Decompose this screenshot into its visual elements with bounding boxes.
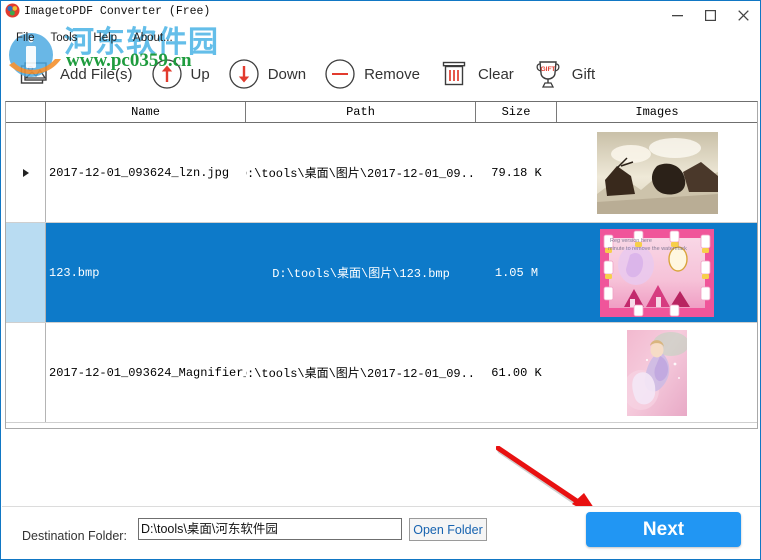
row-name: 2017-12-01_093624_lzn.jpg [49, 165, 230, 180]
grid-header-size[interactable]: Size [476, 102, 557, 122]
window-controls [661, 1, 760, 29]
svg-text:minute to remove the watermark: minute to remove the watermark [608, 246, 687, 252]
move-down-label: Down [267, 65, 307, 83]
destination-folder-label: Destination Folder: [22, 529, 127, 543]
menu-bar: File Tools Help About... [1, 29, 760, 47]
destination-folder-input[interactable]: D:\tools\桌面\河东软件园 [138, 518, 402, 540]
file-grid: Name Path Size Images 2017-12-01_093624_… [5, 101, 758, 429]
table-row[interactable]: 123.bmp D:\tools\桌面\图片\123.bmp 1.05 M Re… [6, 223, 757, 323]
trash-icon [437, 57, 471, 91]
move-up-label: Up [190, 65, 210, 83]
remove-label: Remove [364, 65, 420, 83]
grid-header-name[interactable]: Name [46, 102, 246, 122]
pink-angel-thumbnail [627, 329, 687, 416]
maximize-button[interactable] [694, 1, 727, 29]
row-indicator [6, 323, 46, 422]
row-name: 2017-12-01_093624_Magnifier_1.jpg [49, 365, 246, 380]
gift-trophy-icon: GIFT [531, 57, 565, 91]
clear-label: Clear [477, 65, 514, 83]
minus-circle-icon [323, 57, 357, 91]
add-files-button[interactable]: Add File(s) [15, 54, 146, 94]
row-thumbnail-cell: Reg version here minute to remove the wa… [557, 223, 757, 322]
arrow-up-circle-icon [150, 57, 184, 91]
gift-label: Gift [571, 65, 596, 83]
open-folder-button[interactable]: Open Folder [409, 518, 487, 541]
application-window: ImagetoPDF Converter (Free) File Tools H… [0, 0, 761, 560]
gift-button[interactable]: GIFT Gift [527, 54, 608, 94]
close-button[interactable] [727, 1, 760, 29]
window-title: ImagetoPDF Converter (Free) [24, 4, 211, 18]
menu-item-tools[interactable]: Tools [44, 31, 87, 45]
menu-item-about[interactable]: About... [126, 31, 182, 45]
move-up-button[interactable]: Up [146, 54, 223, 94]
svg-text:Reg version here: Reg version here [610, 238, 652, 244]
title-bar-left: ImagetoPDF Converter (Free) [1, 1, 210, 18]
row-path: D:\tools\桌面\图片\2017-12-01_09... [246, 367, 476, 381]
grid-header-path[interactable]: Path [246, 102, 476, 122]
table-row[interactable]: 2017-12-01_093624_lzn.jpg D:\tools\桌面\图片… [6, 123, 757, 223]
pink-frame-thumbnail: Reg version here minute to remove the wa… [600, 228, 714, 317]
add-files-label: Add File(s) [60, 65, 133, 83]
row-pointer-icon [22, 168, 29, 177]
table-row[interactable]: 2017-12-01_093624_Magnifier_1.jpg D:\too… [6, 323, 757, 423]
arrow-down-circle-icon [227, 57, 261, 91]
toolbar: Add File(s) Up Down Remove Clear GIFT Gi… [1, 47, 760, 101]
title-bar: ImagetoPDF Converter (Free) [1, 1, 760, 29]
grid-header-indicator[interactable] [6, 102, 46, 122]
row-thumbnail-cell [557, 323, 757, 422]
row-thumbnail-cell [557, 123, 757, 222]
grid-body: 2017-12-01_093624_lzn.jpg D:\tools\桌面\图片… [6, 123, 757, 428]
add-image-icon [19, 57, 53, 91]
grid-header-images[interactable]: Images [557, 102, 757, 122]
row-indicator [6, 123, 46, 222]
svg-text:GIFT: GIFT [540, 66, 555, 73]
next-button[interactable]: Next [586, 512, 741, 547]
row-size: 79.18 K [491, 165, 542, 180]
menu-item-help[interactable]: Help [86, 31, 126, 45]
row-name: 123.bmp [46, 223, 246, 322]
move-down-button[interactable]: Down [223, 54, 319, 94]
row-path: D:\tools\桌面\图片\123.bmp [246, 223, 476, 322]
remove-button[interactable]: Remove [319, 54, 433, 94]
app-logo-icon [5, 3, 20, 18]
sepia-landscape-thumbnail [596, 131, 718, 214]
row-size: 1.05 M [476, 223, 557, 322]
minimize-button[interactable] [661, 1, 694, 29]
row-size: 61.00 K [491, 365, 542, 380]
row-indicator [6, 223, 46, 322]
row-path: D:\tools\桌面\图片\2017-12-01_09... [246, 167, 476, 181]
grid-header-row: Name Path Size Images [6, 102, 757, 123]
clear-button[interactable]: Clear [433, 54, 527, 94]
menu-item-file[interactable]: File [9, 31, 44, 45]
